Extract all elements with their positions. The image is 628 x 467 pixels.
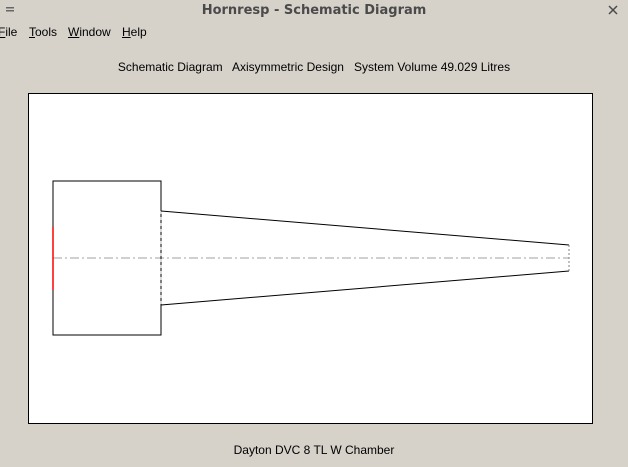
system-volume-label: System Volume 49.029 Litres (354, 60, 511, 74)
menu-file[interactable]: File (0, 25, 17, 39)
menu-help[interactable]: Help (122, 25, 147, 39)
record-title: Dayton DVC 8 TL W Chamber (233, 443, 395, 457)
diagram-caption: Schematic Diagram Axisymmetric Design Sy… (0, 60, 628, 74)
design-label: Axisymmetric Design (231, 60, 344, 74)
diagram-label: Schematic Diagram (117, 60, 223, 74)
menu-bar: File Tools Window Help (0, 23, 628, 41)
menu-window[interactable]: Window (68, 25, 111, 39)
horn-upper-wall (160, 210, 570, 246)
schematic-canvas (28, 93, 593, 424)
close-icon[interactable] (606, 3, 620, 17)
horn-lower-wall (160, 270, 570, 306)
schematic-drawing (52, 180, 570, 336)
menu-tools[interactable]: Tools (29, 25, 57, 39)
title-bar: Hornresp - Schematic Diagram (0, 0, 628, 22)
window-title: Hornresp - Schematic Diagram (201, 3, 427, 18)
